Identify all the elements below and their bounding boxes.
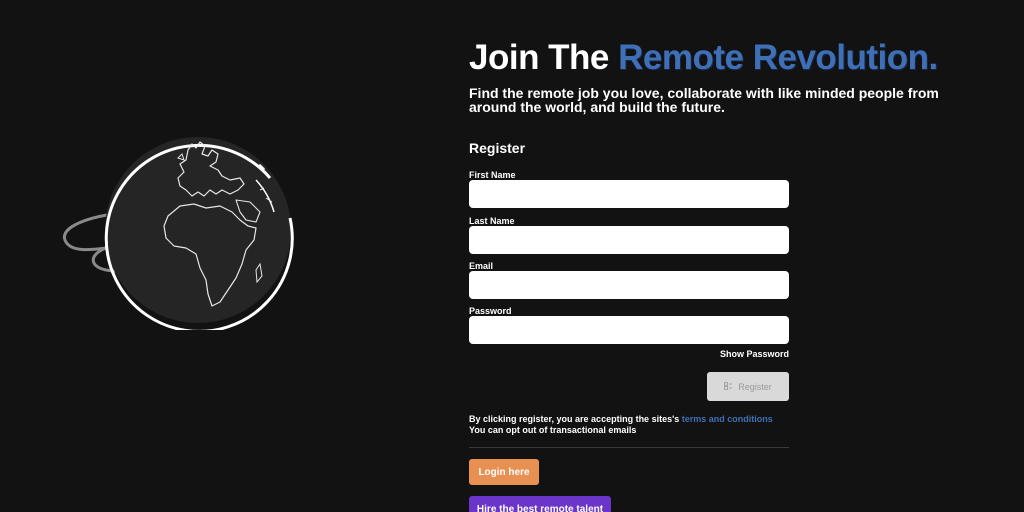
email-input[interactable] (469, 271, 789, 299)
terms-notice: By clicking register, you are accepting … (469, 414, 789, 436)
terms-prefix: By clicking register, you are accepting … (469, 414, 682, 424)
show-password-toggle[interactable]: Show Password (720, 349, 789, 359)
email-group: Email (469, 261, 789, 299)
register-icon (724, 381, 733, 392)
last-name-group: Last Name (469, 216, 789, 254)
terms-suffix: You can opt out of transactional emails (469, 425, 637, 435)
password-input[interactable] (469, 316, 789, 344)
last-name-label: Last Name (469, 216, 515, 226)
hero: Join The Remote Revolution. Find the rem… (469, 38, 989, 114)
globe-icon (62, 137, 294, 330)
login-button[interactable]: Login here (469, 459, 539, 485)
headline-remote-revolution: Remote Revolution. (618, 38, 938, 77)
first-name-group: First Name (469, 170, 789, 208)
hero-subtitle: Find the remote job you love, collaborat… (469, 85, 939, 115)
terms-link[interactable]: terms and conditions (682, 414, 773, 424)
password-group: Password (469, 306, 789, 344)
register-label: Register (738, 381, 772, 392)
headline-join: Join The (469, 38, 619, 77)
last-name-input[interactable] (469, 226, 789, 254)
first-name-label: First Name (469, 170, 516, 180)
register-page: Join The Remote Revolution. Find the rem… (0, 0, 1024, 512)
register-button[interactable]: Register (707, 372, 789, 401)
password-label: Password (469, 306, 512, 316)
hire-talent-button[interactable]: Hire the best remote talent (469, 496, 611, 512)
email-label: Email (469, 261, 494, 271)
globe-illustration (60, 130, 300, 330)
form-title: Register (469, 140, 526, 156)
page-headline: Join The Remote Revolution. (469, 38, 989, 78)
divider (469, 447, 789, 448)
first-name-input[interactable] (469, 180, 789, 208)
register-form: Register First Name Last Name Email Pass… (469, 140, 789, 512)
